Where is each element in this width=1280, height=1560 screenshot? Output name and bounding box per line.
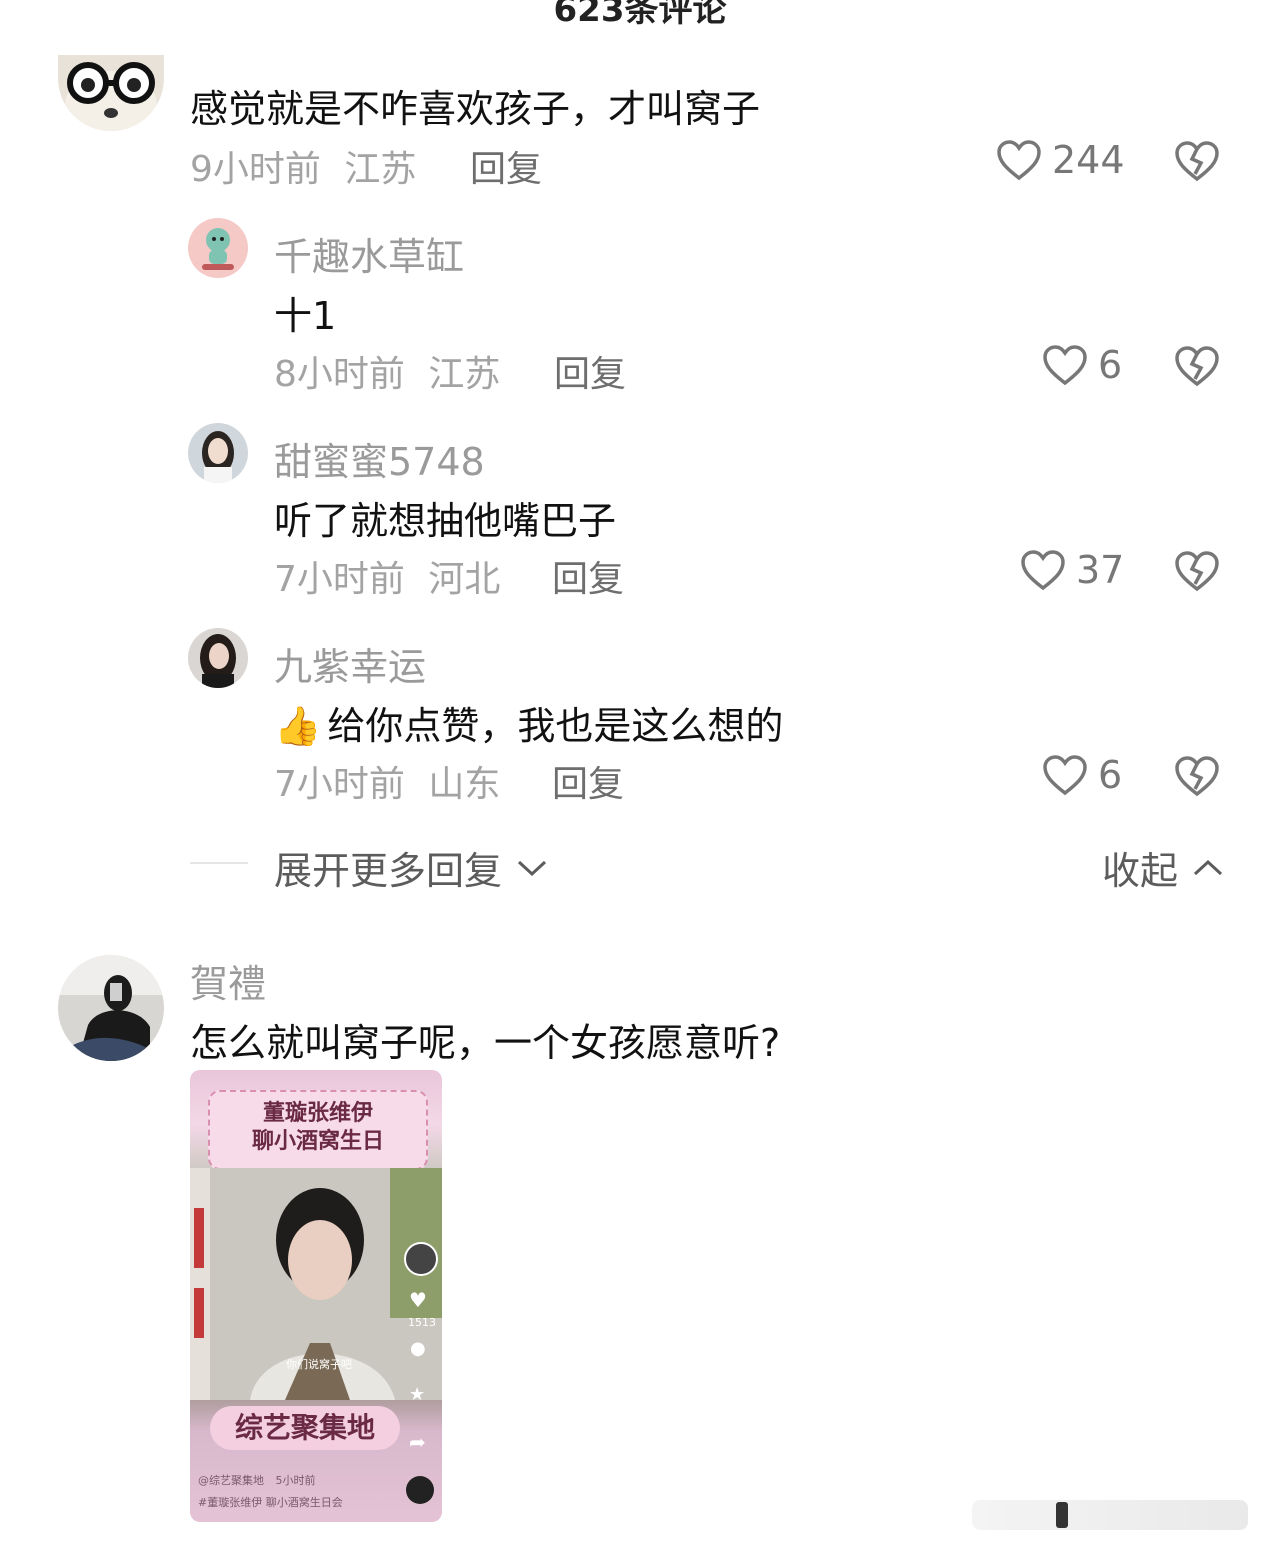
comment-time: 8小时前 xyxy=(274,354,405,395)
heart-icon: ♥ xyxy=(409,1288,427,1312)
comment-text: 怎么就叫窝子呢，一个女孩愿意听? xyxy=(190,1021,781,1065)
username[interactable]: 九紫幸运 xyxy=(274,636,426,691)
comment-region: 江苏 xyxy=(428,354,501,395)
brand-banner: 综艺聚集地 xyxy=(210,1406,400,1450)
username[interactable]: 千趣水草缸 xyxy=(274,226,464,281)
video-frame: 你们说窝子吧 xyxy=(190,1168,442,1400)
dislike-button[interactable] xyxy=(1174,345,1220,387)
broken-heart-icon xyxy=(1175,141,1219,182)
scroll-thumb xyxy=(1056,1502,1068,1528)
dislike-button[interactable] xyxy=(1174,755,1220,797)
avatar[interactable] xyxy=(188,218,248,278)
like-count: 37 xyxy=(1076,548,1125,592)
star-icon: ★ xyxy=(409,1384,426,1405)
reply-button[interactable]: 回复 xyxy=(470,140,542,192)
comment-meta: 7小时前 河北 xyxy=(274,550,500,602)
chevron-down-icon xyxy=(517,860,547,876)
like-count: 6 xyxy=(1098,753,1123,797)
avatar[interactable] xyxy=(188,628,248,688)
comment-icon: ● xyxy=(410,1338,426,1359)
like-count: 6 xyxy=(1098,343,1123,387)
like-button[interactable]: 6 xyxy=(1042,753,1122,797)
dislike-button[interactable] xyxy=(1174,140,1220,182)
thumbs-up-emoji: 👍 xyxy=(274,704,322,748)
like-button[interactable]: 37 xyxy=(1020,548,1124,592)
music-disc-icon xyxy=(406,1476,434,1504)
reply-button[interactable]: 回复 xyxy=(552,550,624,602)
comment-text: 👍 给你点赞，我也是这么想的 xyxy=(274,704,784,748)
video-account: @综艺聚集地 5小时前 xyxy=(198,1474,316,1487)
video-thumbnail[interactable]: 董璇张维伊 聊小酒窝生日 你们说窝子吧 ♥ 1513 ● ★ ➦ 综艺聚集地 @… xyxy=(190,1070,442,1522)
video-tags: #董璇张维伊 聊小酒窝生日会 xyxy=(198,1496,343,1509)
comment-time: 7小时前 xyxy=(274,764,405,805)
comment-region: 山东 xyxy=(428,764,501,805)
reply-button[interactable]: 回复 xyxy=(552,755,624,807)
broken-heart-icon xyxy=(1175,346,1219,387)
comment-region: 江苏 xyxy=(344,149,417,190)
broken-heart-icon xyxy=(1175,756,1219,797)
avatar[interactable] xyxy=(188,423,248,483)
share-icon: ➦ xyxy=(409,1430,426,1454)
comment-time: 9小时前 xyxy=(190,149,321,190)
divider xyxy=(190,862,248,864)
comment-text: 十1 xyxy=(274,294,337,338)
thumbnail-title-box: 董璇张维伊 聊小酒窝生日 xyxy=(208,1090,428,1170)
expand-more-replies-button[interactable]: 展开更多回复 xyxy=(274,840,548,895)
dislike-button[interactable] xyxy=(1174,550,1220,592)
comment-meta: 9小时前 江苏 xyxy=(190,140,416,192)
broken-heart-icon xyxy=(1175,551,1219,592)
avatar[interactable] xyxy=(58,955,164,1061)
video-caption: 你们说窝子吧 xyxy=(286,1357,352,1371)
scroll-indicator xyxy=(972,1500,1248,1530)
comment-text: 感觉就是不咋喜欢孩子，才叫窝子 xyxy=(190,87,761,131)
avatar[interactable] xyxy=(58,55,164,131)
username[interactable]: 甜蜜蜜5748 xyxy=(274,431,485,486)
heart-icon xyxy=(1021,550,1065,591)
chevron-up-icon xyxy=(1193,859,1223,875)
heart-icon xyxy=(1043,345,1087,386)
reply-button[interactable]: 回复 xyxy=(554,345,626,397)
comment-region: 河北 xyxy=(428,559,501,600)
heart-icon xyxy=(997,140,1041,181)
comment-time: 7小时前 xyxy=(274,559,405,600)
creator-avatar xyxy=(404,1242,438,1276)
comment-meta: 7小时前 山东 xyxy=(274,755,500,807)
like-count: 244 xyxy=(1052,138,1125,182)
heart-icon xyxy=(1043,755,1087,796)
comment-text: 听了就想抽他嘴巴子 xyxy=(274,499,617,543)
username[interactable]: 賀禮 xyxy=(190,953,266,1008)
like-count: 1513 xyxy=(408,1316,436,1329)
comment-meta: 8小时前 江苏 xyxy=(274,345,500,397)
like-button[interactable]: 6 xyxy=(1042,343,1122,387)
collapse-button[interactable]: 收起 xyxy=(1102,840,1224,895)
like-button[interactable]: 244 xyxy=(996,138,1125,182)
comment-count-title: 623条评论 xyxy=(553,0,727,30)
